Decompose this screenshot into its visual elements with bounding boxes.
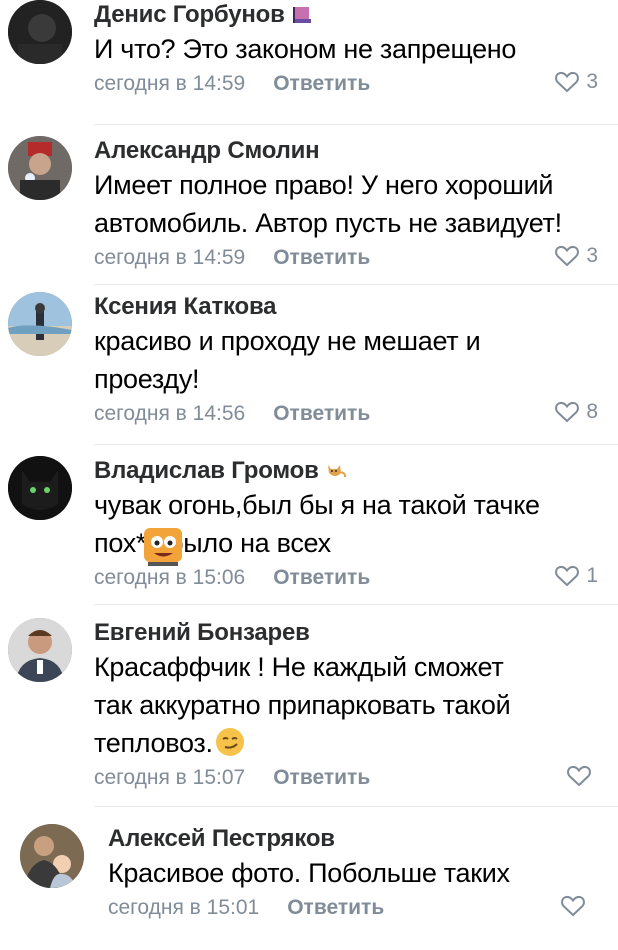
comment-meta: сегодня в 14:59 Ответить 3: [94, 242, 604, 274]
heart-icon: [555, 71, 580, 93]
reply-button[interactable]: Ответить: [273, 566, 370, 590]
author-name-text[interactable]: Алексей Пестряков: [108, 825, 335, 853]
comment-line: Имеет полное право! У него хороший: [94, 170, 554, 200]
separator: [94, 604, 618, 605]
comment-line: чувак огонь,был бы я на такой тачке: [94, 490, 540, 520]
author-name[interactable]: Алексей Пестряков: [108, 824, 604, 854]
reply-button[interactable]: Ответить: [273, 402, 370, 426]
like-count: 3: [586, 244, 598, 267]
like-button[interactable]: 3: [554, 70, 598, 94]
comment-text: Имеет полное право! У него хороший автом…: [94, 166, 604, 242]
comment-date: сегодня в 15:01: [108, 896, 260, 919]
reply-button[interactable]: Ответить: [287, 896, 384, 920]
like-button[interactable]: 1: [554, 564, 598, 588]
avatar[interactable]: [8, 618, 72, 682]
comment-meta: сегодня в 15:07 Ответить: [94, 762, 604, 794]
comment-text: Красивое фото. Побольше таких: [108, 854, 604, 892]
comment-date: сегодня в 14:59: [94, 246, 246, 269]
author-name[interactable]: Владислав Громов: [94, 456, 604, 486]
like-count: 3: [586, 70, 598, 93]
author-name[interactable]: Ксения Каткова: [94, 292, 604, 322]
author-name[interactable]: Евгений Бонзарев: [94, 618, 604, 648]
avatar[interactable]: [8, 292, 72, 356]
heart-icon: [555, 245, 580, 267]
avatar[interactable]: [8, 0, 72, 64]
avatar[interactable]: [20, 824, 84, 888]
separator: [94, 124, 618, 125]
avatar[interactable]: [8, 456, 72, 520]
like-count: 1: [586, 564, 598, 587]
author-name-text[interactable]: Александр Смолин: [94, 137, 320, 165]
flag-icon: [292, 7, 311, 23]
cartoon-sticker-icon: [144, 528, 182, 566]
like-button[interactable]: [560, 894, 592, 918]
cat-icon: [327, 465, 346, 478]
comment-text: красиво и проходу не мешает и проезду!: [94, 322, 604, 398]
comment-meta: сегодня в 14:59 Ответить 3: [94, 68, 604, 100]
like-button[interactable]: 8: [554, 400, 598, 424]
comment-line: И что? Это законом не запрещено: [94, 34, 517, 64]
like-count: 8: [586, 400, 598, 423]
comment-line: так аккуратно припарковать такой: [94, 690, 511, 720]
comment-meta: сегодня в 14:56 Ответить 8: [94, 398, 604, 430]
comment-date: сегодня в 15:07: [94, 766, 246, 789]
heart-icon: [555, 565, 580, 587]
author-name-text[interactable]: Евгений Бонзарев: [94, 619, 310, 647]
comment-line: Красивое фото. Побольше таких: [108, 858, 510, 888]
like-button[interactable]: [566, 764, 598, 788]
heart-icon: [567, 765, 591, 787]
comment-date: сегодня в 14:56: [94, 402, 246, 425]
heart-icon: [561, 895, 585, 917]
comment-line: красиво и проходу не мешает и: [94, 326, 481, 356]
reply-button[interactable]: Ответить: [273, 766, 370, 790]
author-name[interactable]: Денис Горбунов: [94, 0, 604, 30]
separator: [94, 444, 618, 445]
comment-meta: сегодня в 15:01 Ответить: [108, 892, 604, 924]
like-button[interactable]: 3: [554, 244, 598, 268]
separator: [94, 284, 618, 285]
avatar[interactable]: [8, 136, 72, 200]
separator: [94, 806, 618, 807]
comment-text: И что? Это законом не запрещено: [94, 30, 604, 68]
comment-date: сегодня в 15:06: [94, 566, 246, 589]
reply-button[interactable]: Ответить: [273, 72, 370, 96]
comment-text: Красаффчик ! Не каждый сможет так аккура…: [94, 648, 604, 762]
comment-line: проезду!: [94, 364, 200, 394]
comment-date: сегодня в 14:59: [94, 72, 246, 95]
author-name-text[interactable]: Денис Горбунов: [94, 1, 285, 29]
comment-line: тепловоз.: [94, 728, 213, 758]
comment-line: автомобиль. Автор пусть не завидует!: [94, 208, 562, 238]
reply-button[interactable]: Ответить: [273, 246, 370, 270]
author-name-text[interactable]: Владислав Громов: [94, 457, 319, 485]
author-name-text[interactable]: Ксения Каткова: [94, 293, 277, 321]
author-name[interactable]: Александр Смолин: [94, 136, 604, 166]
comment-line: Красаффчик ! Не каждый сможет: [94, 652, 504, 682]
smirk-emoji-icon: [215, 728, 244, 756]
heart-icon: [555, 401, 580, 423]
comment-line-with-emoji: тепловоз.: [94, 724, 604, 762]
